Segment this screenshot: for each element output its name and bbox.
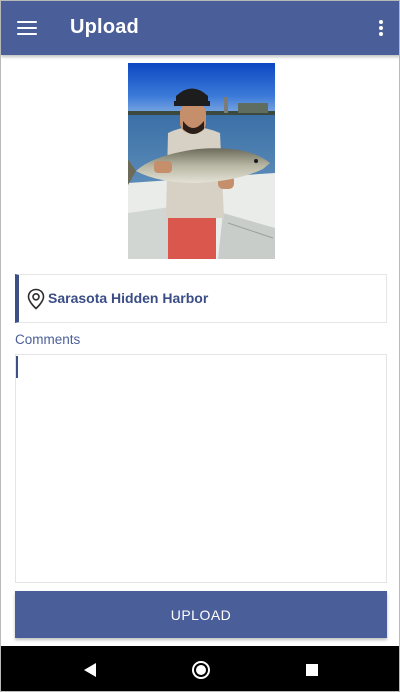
page-title: Upload	[70, 16, 139, 38]
back-triangle-icon[interactable]	[83, 662, 97, 678]
more-options-icon[interactable]	[369, 13, 393, 43]
recent-apps-square-icon[interactable]	[306, 664, 318, 676]
app-screen: Upload Sarasota Hidden Harbor Comments U…	[0, 0, 400, 692]
location-pin-icon	[27, 288, 45, 310]
catch-photo[interactable]	[128, 63, 275, 259]
system-nav-bar	[1, 646, 399, 691]
comments-input[interactable]	[15, 354, 387, 583]
location-name: Sarasota Hidden Harbor	[48, 290, 209, 306]
home-circle-icon[interactable]	[191, 660, 211, 680]
comments-label: Comments	[15, 332, 81, 347]
location-selector[interactable]: Sarasota Hidden Harbor	[15, 274, 387, 323]
hamburger-menu-icon[interactable]	[11, 13, 43, 43]
app-bar: Upload	[1, 1, 399, 55]
text-cursor	[16, 356, 18, 378]
upload-button[interactable]: UPLOAD	[15, 591, 387, 638]
